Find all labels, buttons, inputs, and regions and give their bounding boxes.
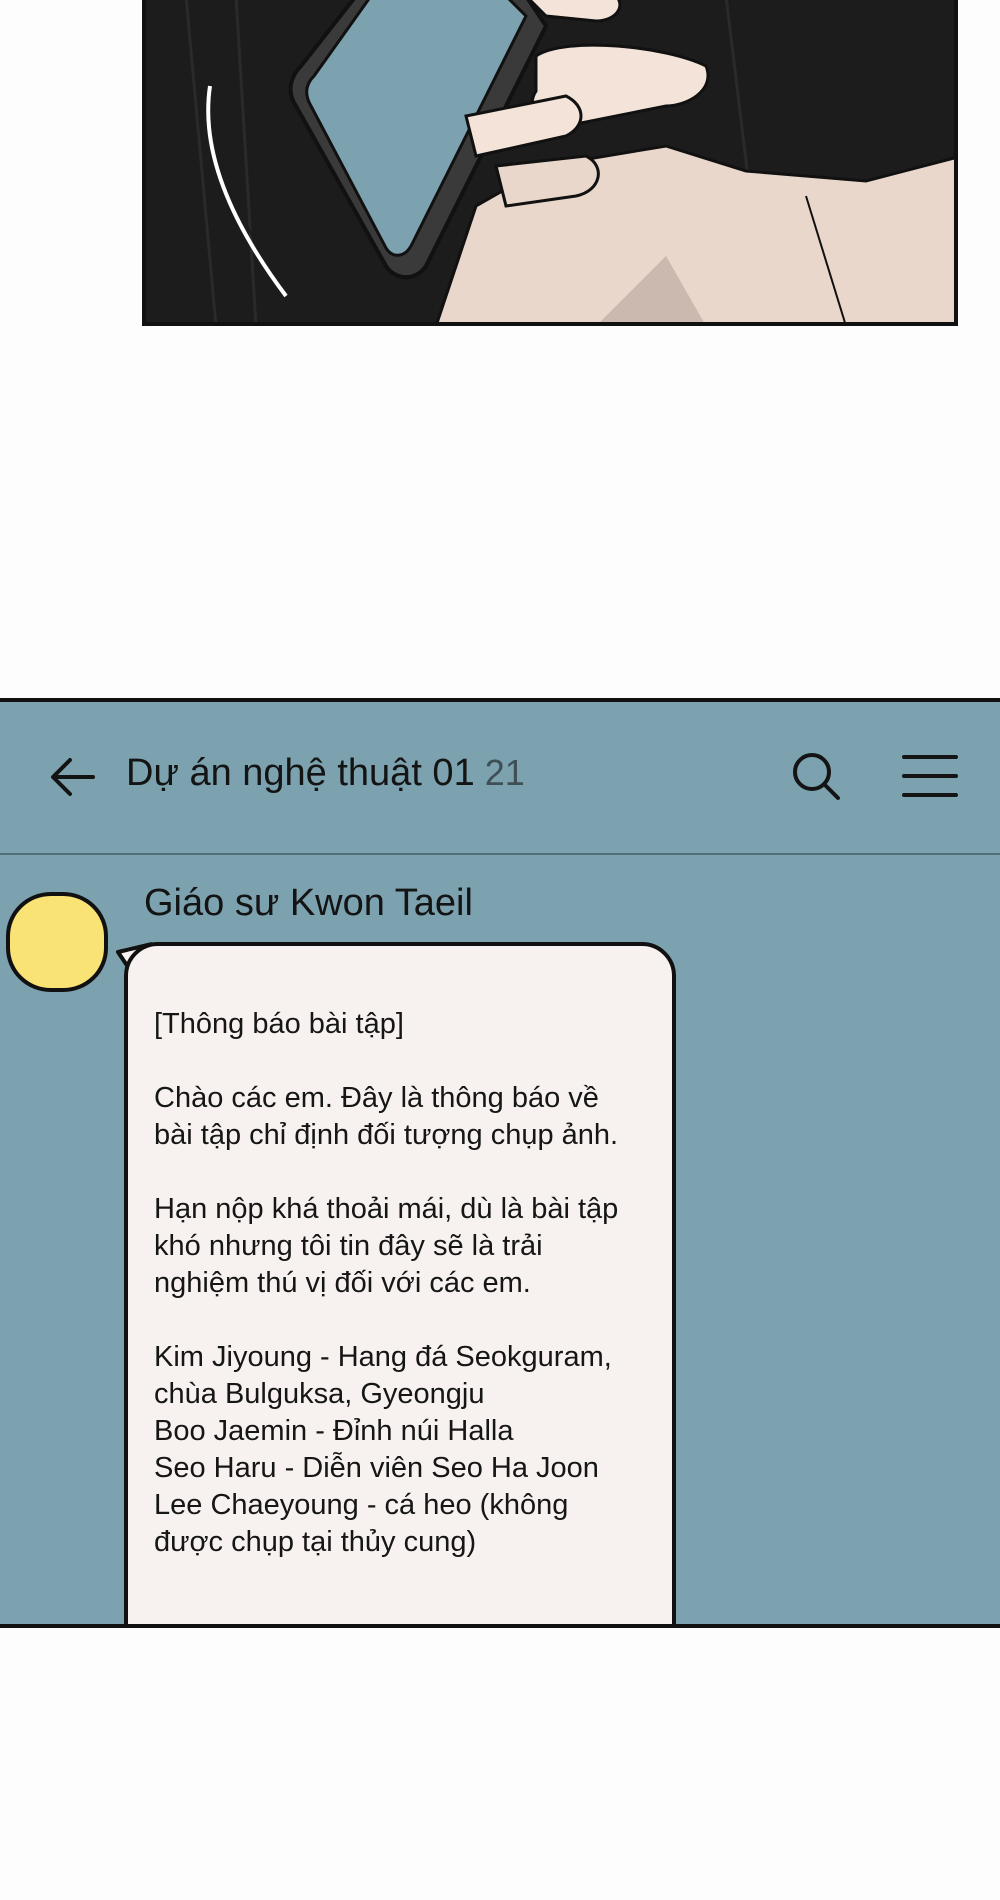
comic-panel-phone bbox=[142, 0, 958, 326]
member-count: 21 bbox=[484, 752, 525, 793]
message-bubble[interactable]: [Thông báo bài tập] Chào các em. Đây là t… bbox=[124, 942, 676, 1624]
avatar[interactable] bbox=[6, 892, 108, 992]
message-text: [Thông báo bài tập] Chào các em. Đây là t… bbox=[154, 1006, 646, 1561]
message-line: [Thông báo bài tập] bbox=[154, 1008, 404, 1040]
menu-icon[interactable] bbox=[901, 752, 959, 800]
sender-name: Giáo sư Kwon Taeil bbox=[144, 882, 473, 924]
chat-header: Dự án nghệ thuật 01 21 bbox=[0, 702, 1000, 855]
message-line: chùa Bulguksa, Gyeongju bbox=[154, 1378, 485, 1410]
message-line: Hạn nộp khá thoải mái, dù là bài tập bbox=[154, 1193, 619, 1225]
chat-screen: Dự án nghệ thuật 01 21 Giáo sư Kwon Taeil… bbox=[0, 698, 1000, 1628]
message-line: Boo Jaemin - Đỉnh núi Halla bbox=[154, 1415, 514, 1447]
chat-title: Dự án nghệ thuật 01 21 bbox=[126, 752, 525, 795]
search-icon[interactable] bbox=[790, 750, 842, 802]
message-line: Lee Chaeyoung - cá heo (không bbox=[154, 1489, 569, 1521]
message-line: khó nhưng tôi tin đây sẽ là trải bbox=[154, 1230, 543, 1262]
chat-title-text: Dự án nghệ thuật 01 bbox=[126, 752, 475, 794]
message-line bbox=[154, 1043, 646, 1080]
message-line bbox=[154, 1154, 646, 1191]
message-line: được chụp tại thủy cung) bbox=[154, 1526, 477, 1558]
message-line bbox=[154, 1302, 646, 1339]
message-line: Kim Jiyoung - Hang đá Seokguram, bbox=[154, 1341, 612, 1373]
message-line: bài tập chỉ định đối tượng chụp ảnh. bbox=[154, 1119, 619, 1151]
arrow-left-icon[interactable] bbox=[48, 752, 98, 802]
message-line: Chào các em. Đây là thông báo về bbox=[154, 1082, 599, 1114]
hand-holding-phone-illustration bbox=[146, 0, 954, 322]
message-line: Seo Haru - Diễn viên Seo Ha Joon bbox=[154, 1452, 599, 1484]
message-line: nghiệm thú vị đối với các em. bbox=[154, 1267, 531, 1299]
